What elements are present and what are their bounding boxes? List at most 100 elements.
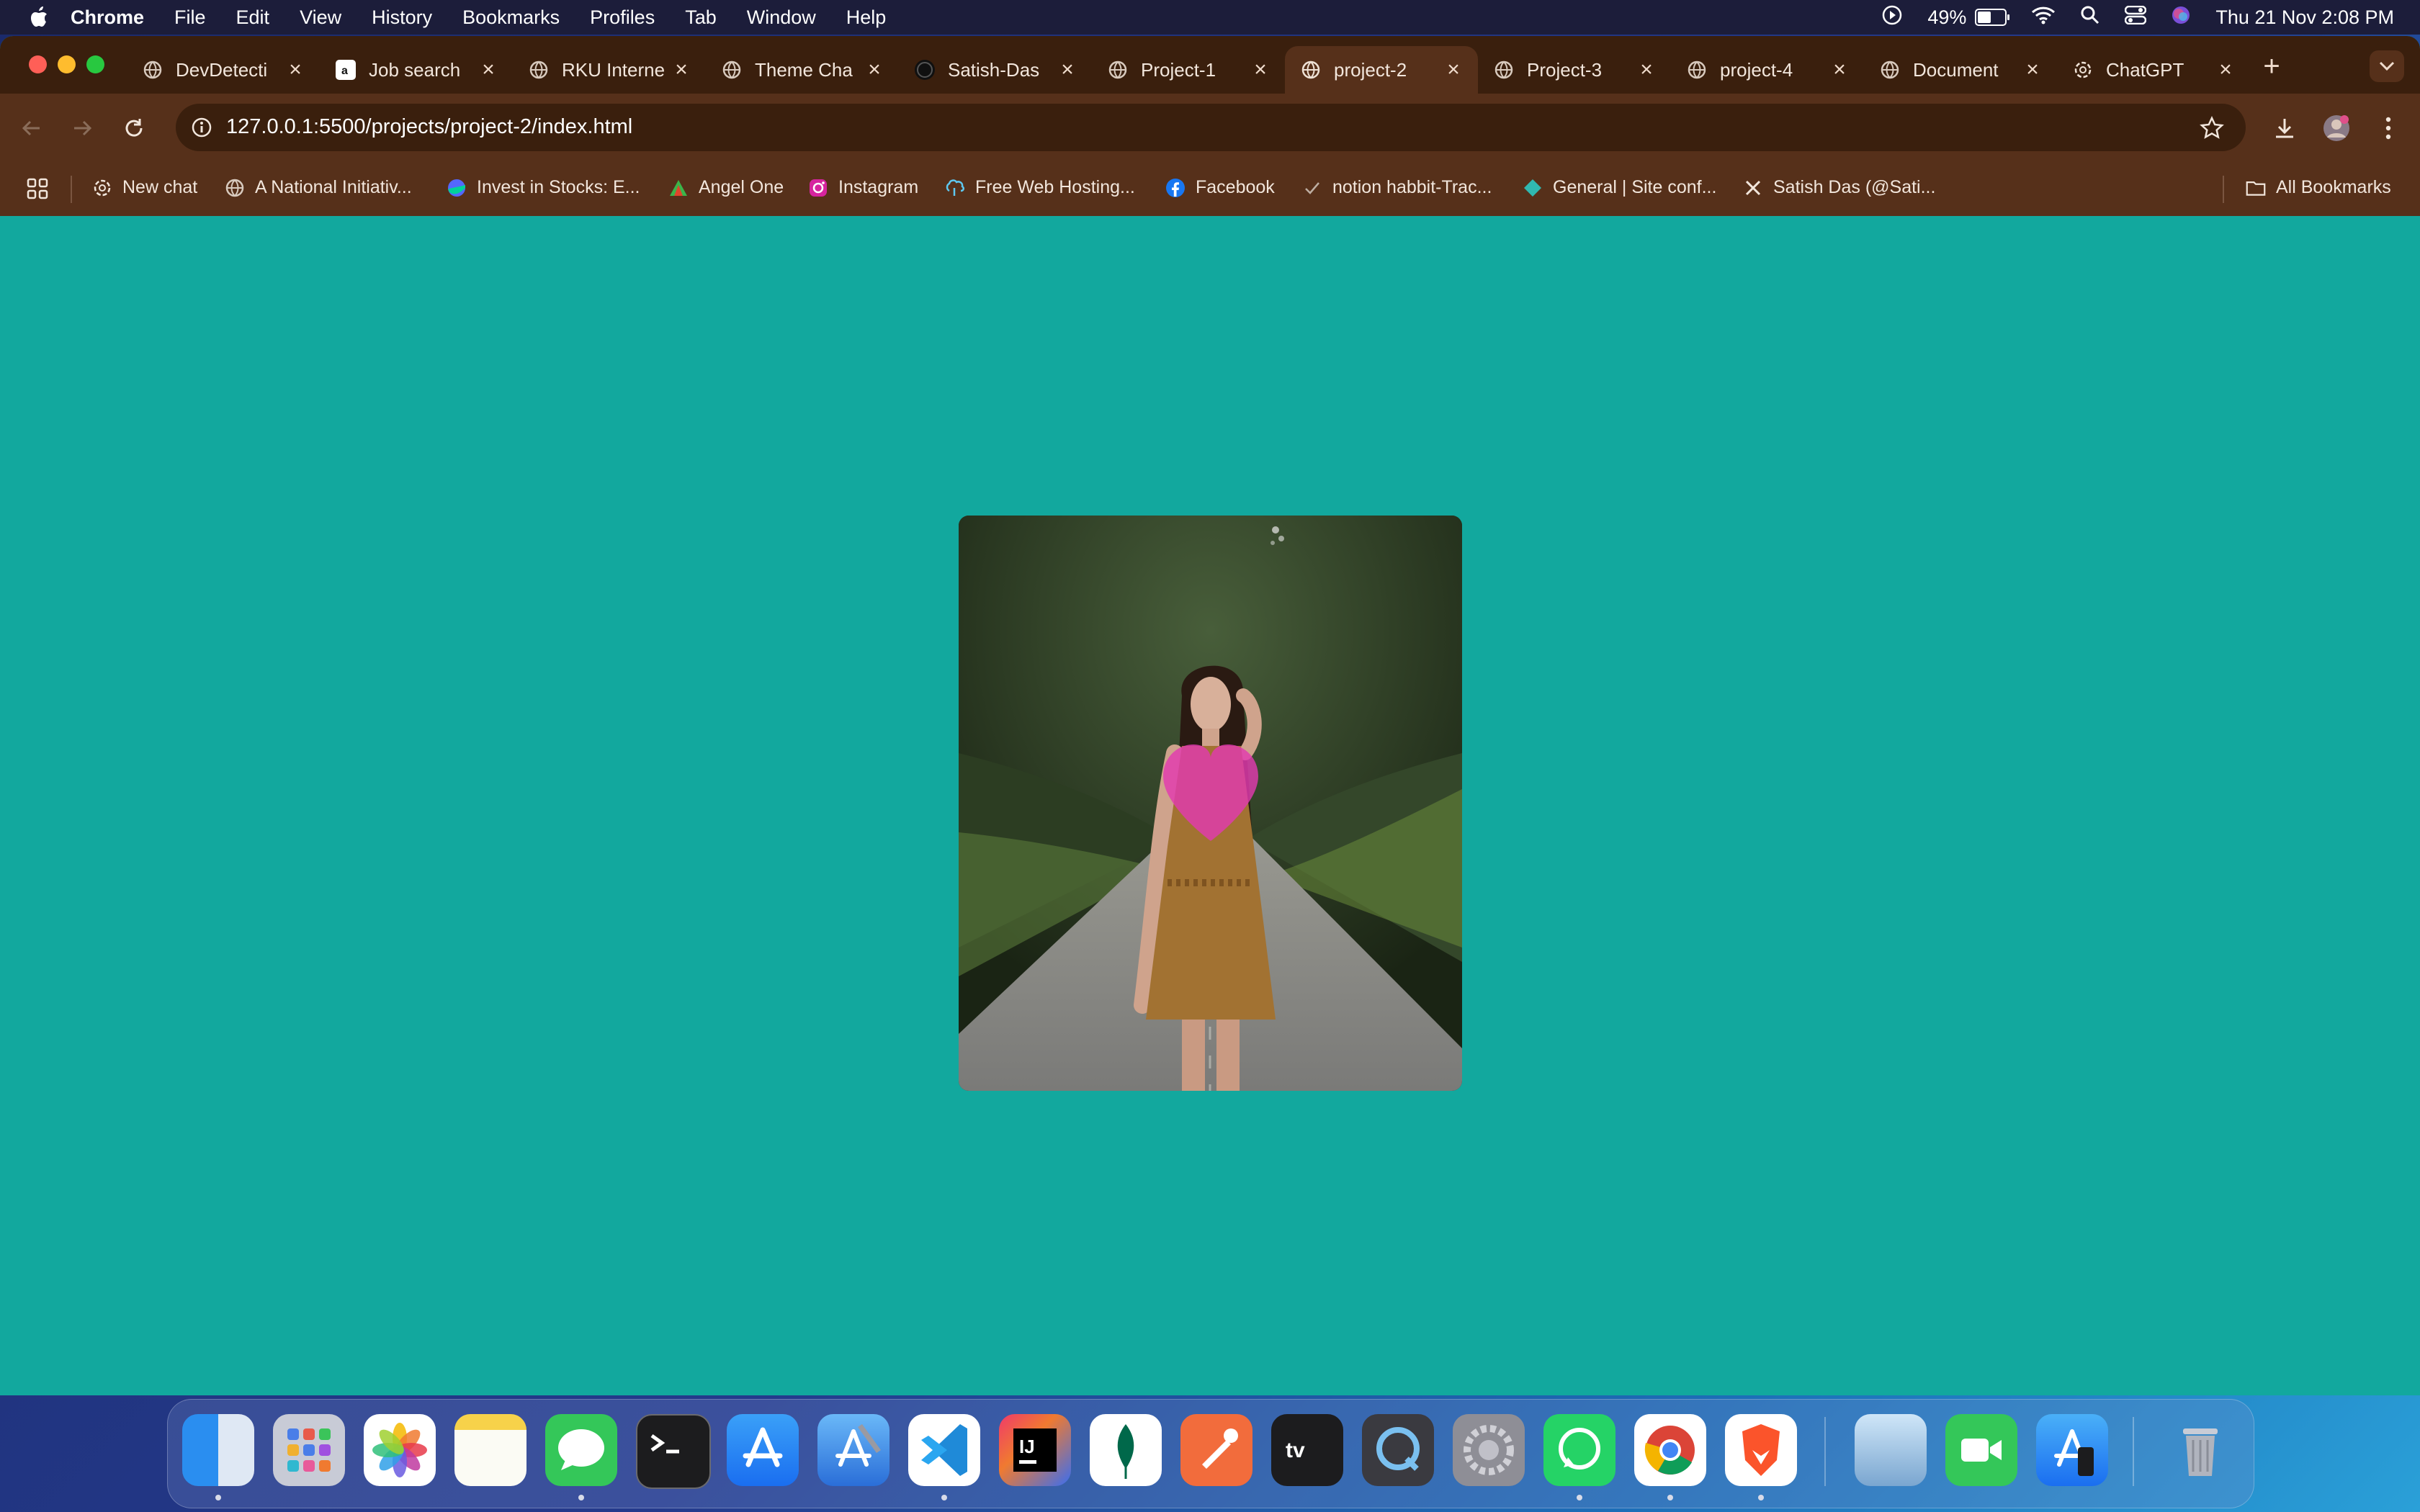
menu-app-name[interactable]: Chrome (71, 6, 144, 29)
tab-github-satish-das[interactable]: Satish-Das × (899, 46, 1092, 94)
forward-button[interactable] (66, 112, 98, 144)
photo-card[interactable] (959, 516, 1462, 1091)
tab-project-2[interactable]: project-2 × (1285, 46, 1478, 94)
close-tab-icon[interactable]: × (2021, 58, 2044, 81)
quicktime-icon[interactable] (1362, 1414, 1434, 1486)
bookmark-label: Invest in Stocks: E... (477, 177, 640, 197)
brave-icon[interactable] (1725, 1414, 1797, 1486)
menu-bookmarks[interactable]: Bookmarks (462, 6, 560, 29)
tab-document[interactable]: Document × (1864, 46, 2057, 94)
menu-view[interactable]: View (300, 6, 341, 29)
bookmark-satish-das-x[interactable]: Satish Das (@Sati... (1743, 177, 1935, 198)
close-tab-icon[interactable]: × (670, 58, 693, 81)
bookmark-star-icon[interactable] (2200, 116, 2224, 144)
close-tab-icon[interactable]: × (1635, 58, 1658, 81)
launchpad-icon[interactable] (273, 1414, 345, 1486)
battery-status[interactable]: 49% (1927, 6, 2010, 29)
close-window-button[interactable] (29, 55, 47, 73)
profile-avatar-button[interactable] (2321, 112, 2352, 144)
apple-menu-icon[interactable] (27, 6, 50, 29)
tab-project-4[interactable]: project-4 × (1671, 46, 1864, 94)
menu-bar: Chrome File Edit View History Bookmarks … (0, 0, 2420, 35)
downloads-button[interactable] (2269, 112, 2300, 144)
bookmark-instagram[interactable]: Instagram (808, 177, 918, 198)
avatar (2323, 115, 2349, 141)
xcode-icon[interactable] (817, 1414, 889, 1486)
openai-icon (92, 178, 112, 198)
close-tab-icon[interactable]: × (284, 58, 307, 81)
tab-project-1[interactable]: Project-1 × (1092, 46, 1285, 94)
spotlight-search-icon[interactable] (2080, 5, 2100, 30)
bookmark-label: notion habbit-Trac... (1332, 177, 1492, 197)
reload-button[interactable] (118, 112, 150, 144)
back-button[interactable] (16, 112, 48, 144)
menubar-datetime[interactable]: Thu 21 Nov 2:08 PM (2215, 6, 2394, 29)
apps-grid-button[interactable] (26, 177, 49, 200)
bookmark-general-site-config[interactable]: General | Site conf... (1523, 177, 1716, 198)
tab-devdetective[interactable]: DevDetecti × (127, 46, 320, 94)
site-info-icon[interactable] (190, 116, 213, 143)
bookmark-national-initiative[interactable]: A National Initiativ... (225, 177, 412, 198)
play-status-icon[interactable] (1881, 4, 1903, 31)
tab-chatgpt[interactable]: ChatGPT × (2057, 46, 2250, 94)
close-tab-icon[interactable]: × (477, 58, 500, 81)
photos-icon[interactable] (364, 1414, 436, 1486)
trash-icon[interactable] (2164, 1414, 2236, 1486)
menu-window[interactable]: Window (747, 6, 816, 29)
tab-theme-changer[interactable]: Theme Cha × (706, 46, 899, 94)
all-bookmarks-button[interactable]: All Bookmarks (2246, 177, 2391, 198)
bookmark-invest-in-stocks[interactable]: Invest in Stocks: E... (447, 177, 640, 198)
bookmark-new-chat[interactable]: New chat (92, 177, 197, 198)
tab-job-search[interactable]: a Job search × (320, 46, 513, 94)
battery-icon (1975, 9, 2010, 26)
siri-icon[interactable] (2171, 5, 2191, 30)
bookmark-angel-one[interactable]: Angel One (668, 177, 784, 198)
bookmark-facebook[interactable]: Facebook (1165, 177, 1275, 198)
intellij-icon[interactable]: IJ (999, 1414, 1071, 1486)
tab-search-button[interactable] (2370, 50, 2404, 82)
chrome-icon[interactable] (1634, 1414, 1706, 1486)
close-tab-icon[interactable]: × (863, 58, 886, 81)
address-bar-url[interactable]: 127.0.0.1:5500/projects/project-2/index.… (226, 115, 632, 139)
system-settings-icon[interactable] (1453, 1414, 1525, 1486)
finder-icon[interactable] (182, 1414, 254, 1486)
simulator-icon[interactable] (2036, 1414, 2108, 1486)
wifi-icon[interactable] (2031, 6, 2056, 30)
postman-icon[interactable] (1180, 1414, 1252, 1486)
tab-title: Satish-Das (948, 58, 1040, 81)
control-center-icon[interactable] (2125, 5, 2147, 30)
close-tab-icon[interactable]: × (2214, 58, 2237, 81)
close-tab-icon[interactable]: × (1056, 58, 1079, 81)
minimize-window-button[interactable] (58, 55, 76, 73)
chrome-menu-button[interactable] (2372, 112, 2404, 144)
globe-icon (722, 60, 742, 80)
menu-profiles[interactable]: Profiles (590, 6, 655, 29)
close-tab-icon[interactable]: × (1828, 58, 1851, 81)
menu-edit[interactable]: Edit (236, 6, 270, 29)
github-icon (915, 60, 935, 80)
whatsapp-icon[interactable] (1543, 1414, 1615, 1486)
app-store-icon[interactable] (727, 1414, 799, 1486)
apple-tv-icon[interactable]: tv (1271, 1414, 1343, 1486)
notes-icon[interactable] (454, 1414, 526, 1486)
menu-history[interactable]: History (372, 6, 432, 29)
new-tab-button[interactable]: + (2259, 52, 2285, 81)
tab-title: DevDetecti (176, 58, 268, 81)
bookmark-free-web-hosting[interactable]: Free Web Hosting... (945, 177, 1135, 198)
tab-project-3[interactable]: Project-3 × (1478, 46, 1671, 94)
close-tab-icon[interactable]: × (1249, 58, 1272, 81)
zoom-window-button[interactable] (86, 55, 104, 73)
address-bar[interactable]: 127.0.0.1:5500/projects/project-2/index.… (176, 104, 2246, 151)
facetime-icon[interactable] (1945, 1414, 2017, 1486)
menu-file[interactable]: File (174, 6, 206, 29)
vscode-icon[interactable] (908, 1414, 980, 1486)
tab-rku-internet[interactable]: RKU Interne × (513, 46, 706, 94)
mongodb-compass-icon[interactable] (1090, 1414, 1162, 1486)
close-tab-icon[interactable]: × (1442, 58, 1465, 81)
terminal-icon[interactable] (636, 1414, 711, 1489)
preview-icon[interactable] (1855, 1414, 1927, 1486)
menu-help[interactable]: Help (846, 6, 887, 29)
bookmark-notion-habit-tracker[interactable]: notion habbit-Trac... (1302, 177, 1492, 198)
messages-icon[interactable] (545, 1414, 617, 1486)
menu-tab[interactable]: Tab (685, 6, 717, 29)
